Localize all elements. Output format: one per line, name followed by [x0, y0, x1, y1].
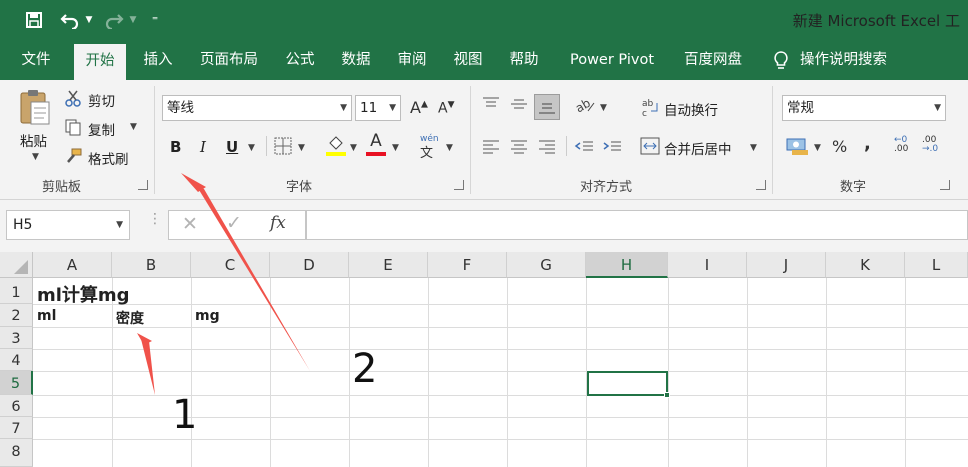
- arrow-1-to-density-cell: [137, 333, 155, 395]
- annotation-label-2: 2: [352, 346, 378, 392]
- annotation-arrows: [137, 173, 310, 395]
- annotation-label-1: 1: [172, 392, 198, 438]
- arrow-2-to-bold-button: [181, 173, 310, 371]
